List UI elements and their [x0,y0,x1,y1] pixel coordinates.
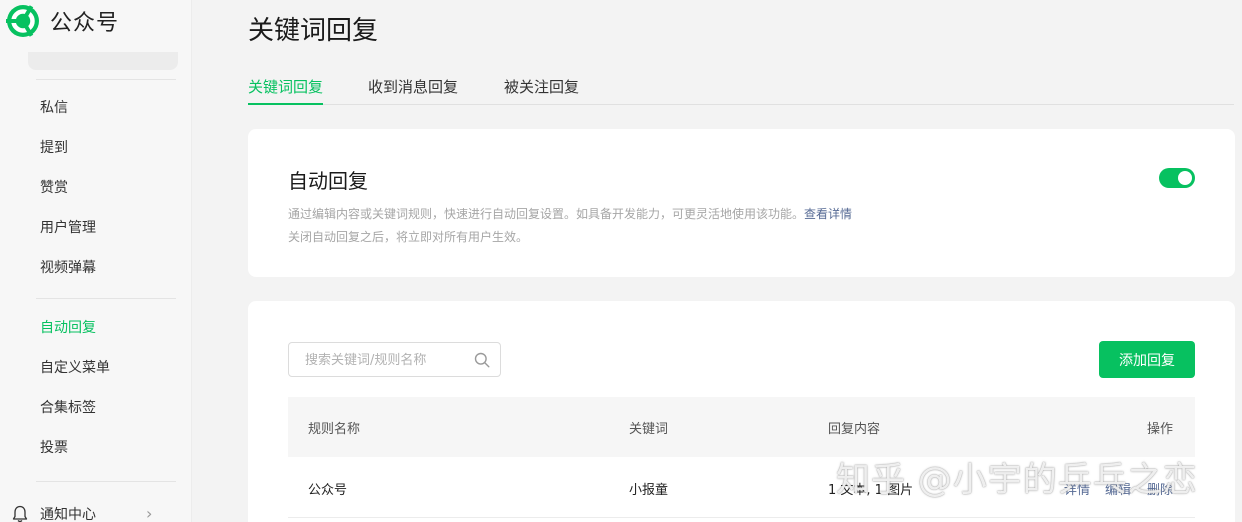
column-header-reply-content: 回复内容 [828,422,881,437]
auto-reply-title: 自动回复 [288,169,368,193]
tab-bar: 关键词回复 收到消息回复 被关注回复 [248,76,1234,105]
sidebar-divider [36,79,176,80]
column-header-rule-name: 规则名称 [308,422,361,437]
brand[interactable]: 公众号 [6,4,119,38]
sidebar-item-mentions[interactable]: 提到 [40,138,68,158]
sidebar-item-private-message[interactable]: 私信 [40,98,68,118]
page-title: 关键词回复 [248,16,379,46]
reply-content-cell: 1 文本, 1 图片 [828,483,914,498]
auto-reply-description: 通过编辑内容或关键词规则，快速进行自动回复设置。如具备开发能力，可更灵活地使用该… [288,203,968,249]
add-reply-button[interactable]: 添加回复 [1099,341,1195,378]
search-input[interactable] [305,351,475,369]
toggle-knob [1178,171,1192,185]
sidebar-item-rewards[interactable]: 赞赏 [40,178,68,198]
tab-message-reply[interactable]: 收到消息回复 [368,76,458,104]
auto-reply-desc-line2: 关闭自动回复之后，将立即对所有用户生效。 [288,230,529,244]
bell-icon [12,505,28,522]
view-details-link[interactable]: 查看详情 [804,207,852,221]
sidebar-collapsed-group [28,52,178,70]
sidebar-divider [36,481,176,482]
table-header: 规则名称 关键词 回复内容 操作 [288,397,1195,457]
sidebar-divider [36,298,176,299]
sidebar-item-notification-center[interactable]: 通知中心 › [12,504,162,522]
sidebar-item-user-management[interactable]: 用户管理 [40,218,96,238]
sidebar-item-custom-menu[interactable]: 自定义菜单 [40,358,110,378]
chevron-right-icon: › [146,504,153,522]
main-content: 关键词回复 关键词回复 收到消息回复 被关注回复 自动回复 通过编辑内容或关键词… [192,0,1242,522]
sidebar-item-auto-reply[interactable]: 自动回复 [40,318,96,338]
tab-follow-reply[interactable]: 被关注回复 [504,76,579,104]
search-box [288,342,501,377]
auto-reply-desc-line1: 通过编辑内容或关键词规则，快速进行自动回复设置。如具备开发能力，可更灵活地使用该… [288,207,805,221]
brand-name: 公众号 [50,11,120,36]
sidebar-item-voting[interactable]: 投票 [40,438,68,458]
notification-center-label: 通知中心 [40,507,96,522]
sidebar-item-collection-tags[interactable]: 合集标签 [40,398,96,418]
delete-link[interactable]: 删除 [1147,479,1173,498]
edit-link[interactable]: 编辑 [1105,479,1131,498]
column-header-keyword: 关键词 [629,422,669,437]
table-row: 公众号 小报童 1 文本, 1 图片 详情 编辑 删除 [288,457,1195,518]
auto-reply-card: 自动回复 通过编辑内容或关键词规则，快速进行自动回复设置。如具备开发能力，可更灵… [248,129,1235,277]
keyword-cell: 小报童 [629,483,669,498]
tab-keyword-reply[interactable]: 关键词回复 [248,76,324,105]
search-icon[interactable] [474,352,490,368]
sidebar-item-video-danmaku[interactable]: 视频弹幕 [40,258,96,278]
rule-name-cell: 公众号 [308,483,348,498]
wechat-official-account-logo [6,5,39,37]
column-header-actions: 操作 [1147,422,1174,437]
details-link[interactable]: 详情 [1064,479,1090,498]
sidebar: 公众号 私信 提到 赞赏 用户管理 视频弹幕 自动回复 自定义菜单 合集标签 投… [0,0,192,522]
auto-reply-toggle[interactable] [1159,168,1195,188]
rules-card: 添加回复 规则名称 关键词 回复内容 操作 公众号 小报童 1 文本, 1 图片… [248,301,1235,522]
